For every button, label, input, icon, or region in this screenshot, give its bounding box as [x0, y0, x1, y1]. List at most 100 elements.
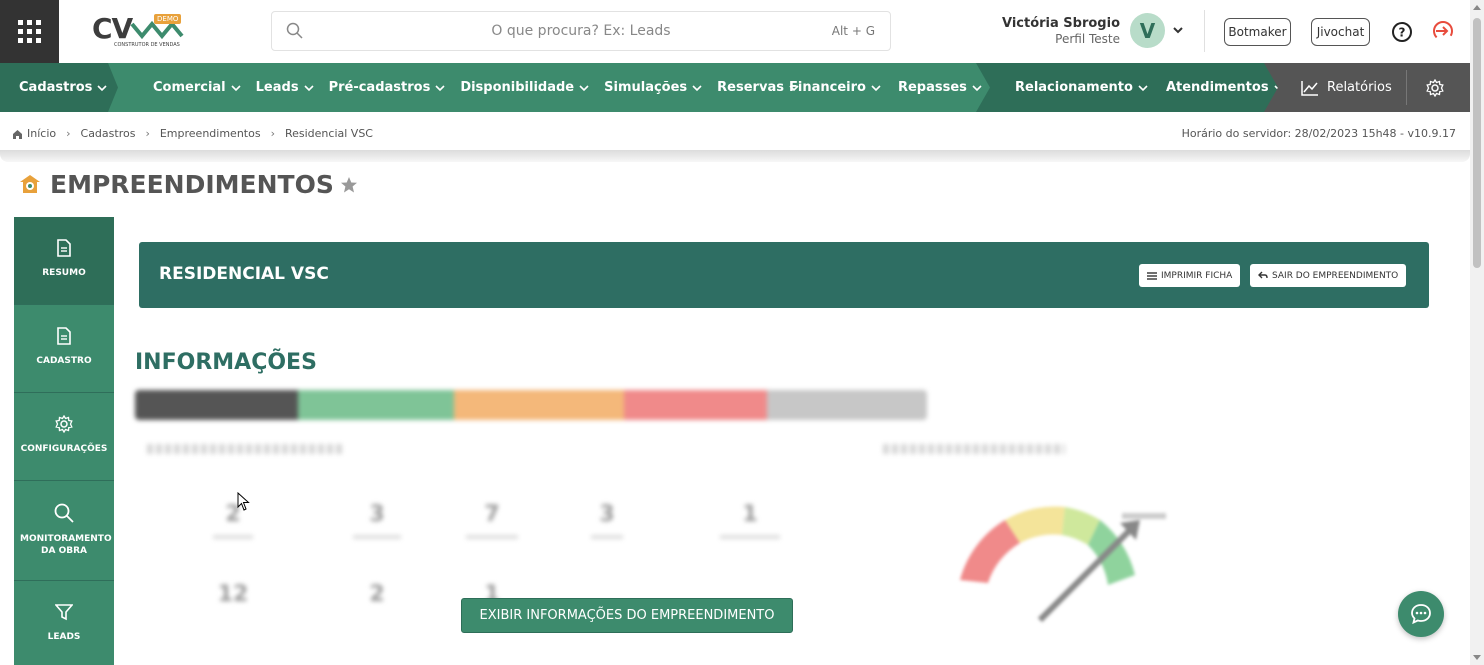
- user-profile: Perfil Teste: [1055, 32, 1120, 46]
- print-sheet-label: IMPRIMIR FICHA: [1161, 270, 1233, 281]
- side-item-monitoramento[interactable]: MONITORAMENTO DA OBRA: [14, 481, 114, 581]
- breadcrumb-separator-icon: ›: [270, 127, 275, 140]
- main-nav: Cadastros Comercial Leads Pré-cadastros …: [0, 63, 1470, 112]
- scroll-thumb[interactable]: [1473, 18, 1481, 268]
- logo-subtitle: CONSTRUTOR DE VENDAS: [114, 42, 180, 48]
- side-nav: RESUMO CADASTRO CONFIGURAÇÕES MONITORAME…: [14, 217, 114, 665]
- show-project-info-button[interactable]: EXIBIR INFORMAÇÕES DO EMPREENDIMENTO: [461, 598, 793, 633]
- print-sheet-button[interactable]: IMPRIMIR FICHA: [1139, 264, 1241, 287]
- stat-item: 2: [193, 502, 273, 539]
- grid-icon: [18, 20, 41, 43]
- nav-atendimentos[interactable]: Atendimentos: [1166, 80, 1278, 95]
- chevron-down-icon: [303, 84, 314, 91]
- breadcrumb-separator-icon: ›: [145, 127, 150, 140]
- search-input[interactable]: O que procura? Ex: Leads Alt + G: [271, 11, 891, 51]
- nav-financeiro[interactable]: Financeiro: [789, 80, 881, 95]
- side-item-label: RESUMO: [42, 268, 86, 278]
- side-item-configuracoes[interactable]: CONFIGURAÇÕES: [14, 393, 114, 481]
- nav-financeiro-label: Financeiro: [789, 80, 866, 95]
- scroll-up-icon[interactable]: [1473, 5, 1481, 10]
- chevron-down-icon: [231, 84, 241, 91]
- stat-item: 3: [337, 502, 417, 539]
- chevron-down-icon: [435, 84, 445, 91]
- nav-pre-cadastros-label: Pré-cadastros: [328, 80, 431, 95]
- gear-icon: [55, 414, 73, 434]
- document-icon: [57, 327, 71, 345]
- nav-repasses[interactable]: Repasses: [898, 80, 982, 95]
- stat-value: 1: [742, 502, 758, 527]
- svg-text:?: ?: [1399, 26, 1406, 40]
- exit-project-button[interactable]: SAIR DO EMPREENDIMENTO: [1250, 264, 1407, 287]
- breadcrumb-empreendimentos[interactable]: Empreendimentos: [160, 127, 261, 140]
- nav-relatorios[interactable]: Relatórios: [1301, 80, 1392, 96]
- breadcrumb-inicio[interactable]: Início: [27, 127, 56, 140]
- demo-badge: DEMO: [154, 14, 182, 24]
- legend-segment: [624, 390, 767, 420]
- stat-item: 1: [710, 502, 790, 539]
- divider: [1204, 10, 1205, 52]
- top-bar: CV DEMO CONSTRUTOR DE VENDAS O que procu…: [0, 0, 1470, 63]
- stat-value: 12: [217, 582, 249, 607]
- search-icon: [54, 503, 74, 523]
- side-item-leads[interactable]: LEADS: [14, 581, 114, 665]
- nav-disponibilidade[interactable]: Disponibilidade: [460, 80, 589, 95]
- favorite-star-icon[interactable]: [340, 176, 358, 194]
- help-icon[interactable]: ?: [1391, 21, 1413, 43]
- nav-relacionamento[interactable]: Relacionamento: [1015, 80, 1148, 95]
- nav-segment-relatorios: Relatórios: [1264, 63, 1470, 112]
- page-scrollbar[interactable]: [1470, 0, 1484, 665]
- stat-value: 2: [225, 502, 241, 527]
- scroll-down-icon[interactable]: [1473, 655, 1481, 660]
- chat-button[interactable]: [1398, 591, 1444, 637]
- mouse-cursor-icon: [237, 492, 250, 511]
- server-time: Horário do servidor: 28/02/2023 15h48 - …: [1181, 127, 1456, 140]
- section-divider: [0, 150, 1470, 162]
- nav-segment-relacionamento: Relacionamento Atendimentos: [976, 63, 1278, 112]
- stat-value: 3: [599, 502, 615, 527]
- nav-comercial-label: Comercial: [153, 80, 226, 95]
- nav-cadastros[interactable]: Cadastros: [19, 80, 108, 95]
- legend-segment: [454, 390, 624, 420]
- nav-segment-comercial: Comercial Leads Pré-cadastros Disponibil…: [153, 63, 799, 112]
- nav-comercial[interactable]: Comercial: [153, 80, 241, 95]
- building-icon: [20, 174, 40, 193]
- nav-segment-financeiro: Financeiro Repasses: [789, 63, 982, 112]
- chevron-down-icon[interactable]: [1172, 24, 1184, 36]
- chat-bubble-icon: [1411, 604, 1431, 625]
- nav-relacionamento-label: Relacionamento: [1015, 80, 1133, 95]
- nav-repasses-label: Repasses: [897, 80, 967, 95]
- nav-leads-label: Leads: [255, 80, 299, 95]
- chevron-down-icon: [1138, 84, 1148, 91]
- nav-reservas[interactable]: Reservas: [717, 80, 799, 95]
- nav-pre-cadastros[interactable]: Pré-cadastros: [329, 80, 446, 95]
- nav-simulacoes[interactable]: Simulações: [604, 80, 702, 95]
- nav-leads[interactable]: Leads: [256, 80, 314, 95]
- apps-menu-button[interactable]: [0, 0, 59, 63]
- chevron-down-icon: [692, 84, 702, 91]
- botmaker-button[interactable]: Botmaker: [1224, 18, 1291, 46]
- jivochat-button[interactable]: Jivochat: [1311, 18, 1370, 46]
- side-item-label: CADASTRO: [36, 356, 92, 366]
- settings-gear-icon[interactable]: [1426, 79, 1444, 97]
- status-legend-bar: [135, 390, 927, 420]
- page-title-text: EMPREENDIMENTOS: [50, 170, 334, 199]
- document-icon: [57, 239, 71, 257]
- brand-logo[interactable]: CV DEMO CONSTRUTOR DE VENDAS: [92, 12, 184, 52]
- stat-item: 3: [567, 502, 647, 539]
- home-icon: [13, 129, 22, 139]
- side-item-resumo[interactable]: RESUMO: [14, 217, 114, 305]
- nav-cadastros-label: Cadastros: [19, 80, 93, 95]
- breadcrumb-cadastros[interactable]: Cadastros: [81, 127, 136, 140]
- side-item-label: CONFIGURAÇÕES: [20, 444, 108, 454]
- breadcrumb-separator-icon: ›: [66, 127, 71, 140]
- user-info[interactable]: Victória Sbrogio Perfil Teste: [1002, 16, 1120, 46]
- reply-icon: [1258, 271, 1268, 279]
- nav-relatorios-label: Relatórios: [1327, 80, 1392, 95]
- side-item-cadastro[interactable]: CADASTRO: [14, 305, 114, 393]
- units-subheading: [147, 444, 342, 454]
- logo-text: CV: [92, 12, 133, 45]
- nav-reservas-label: Reservas: [717, 80, 784, 95]
- stat-value: 2: [369, 582, 385, 607]
- logout-icon[interactable]: [1432, 20, 1454, 42]
- avatar[interactable]: V: [1130, 13, 1165, 48]
